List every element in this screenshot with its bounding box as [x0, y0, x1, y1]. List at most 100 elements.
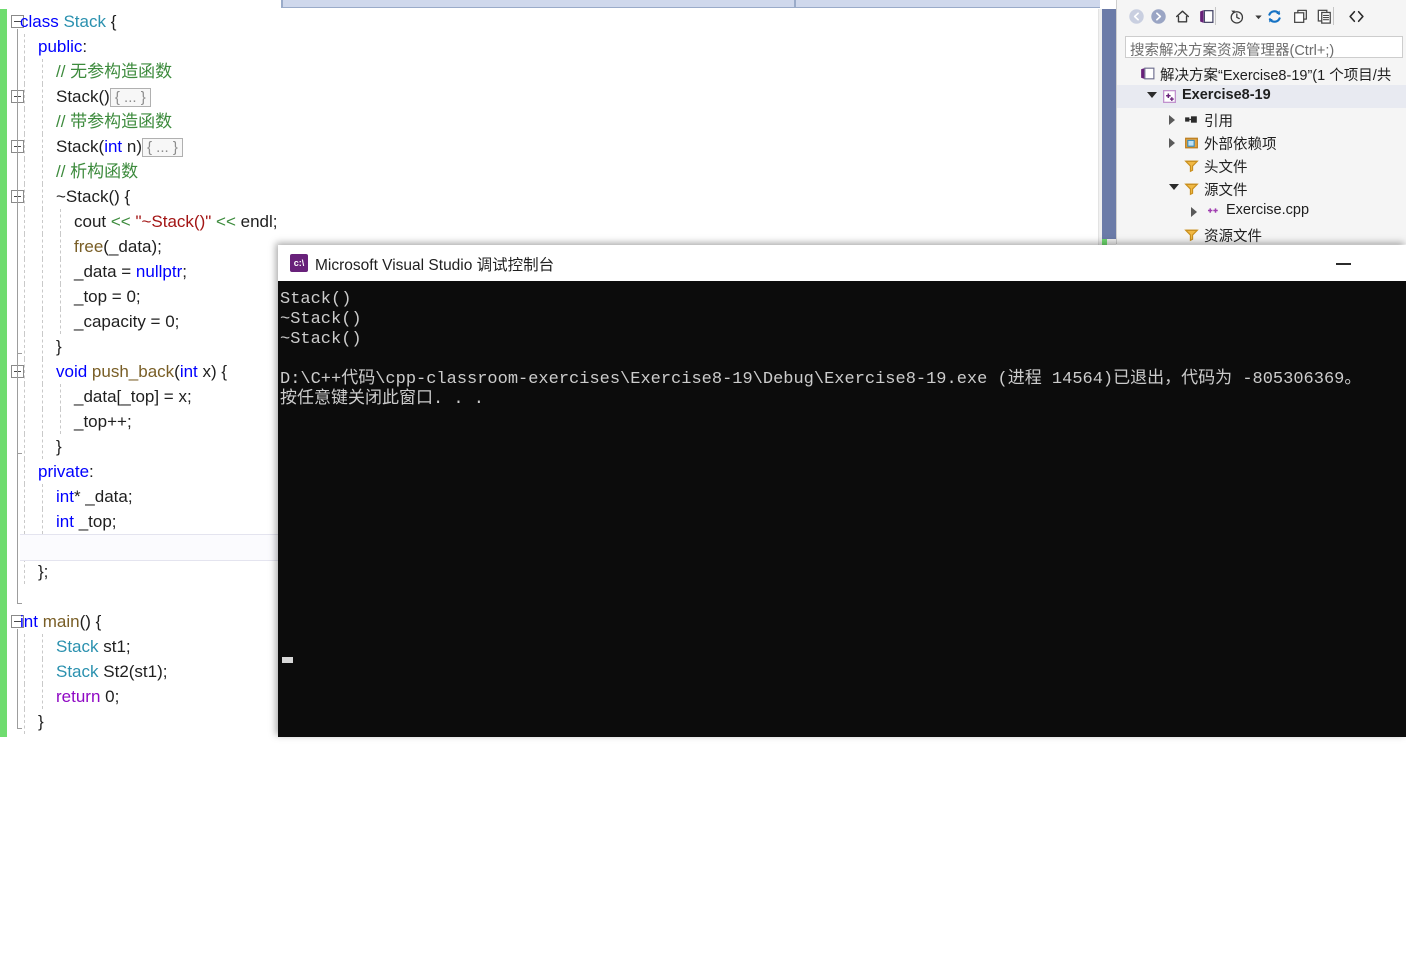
code-token: n) [122, 137, 142, 156]
code-token: free [74, 237, 104, 256]
code-token: _capacity = 0; [74, 312, 180, 331]
indent-guide [42, 259, 43, 284]
solution-explorer-toolbar[interactable] [1117, 0, 1406, 32]
code-token: cout [74, 212, 111, 231]
indent-guide [24, 184, 25, 209]
code-line: ~Stack() { [20, 184, 1100, 209]
code-token: _top = 0; [74, 287, 141, 306]
chevron-right-icon[interactable] [1169, 138, 1175, 148]
code-token: private [38, 462, 90, 481]
code-token: << [216, 212, 236, 231]
code-token: int [179, 362, 198, 381]
code-token: _data = [74, 262, 136, 281]
tree-item[interactable]: 引用 [1117, 108, 1406, 131]
forward-icon[interactable] [1147, 5, 1169, 27]
toolbar-separator [1333, 7, 1334, 25]
show-all-files-icon[interactable] [1313, 5, 1335, 27]
indent-guide [42, 59, 43, 84]
indent-guide [60, 259, 61, 284]
code-token: (_data); [103, 237, 162, 256]
view-code-icon[interactable] [1345, 5, 1367, 27]
project-icon [1161, 88, 1178, 105]
search-placeholder: 搜索解决方案资源管理器(Ctrl+;) [1130, 43, 1335, 59]
code-token: "~Stack()" [135, 212, 212, 231]
indent-guide [24, 484, 25, 509]
tree-item[interactable]: Exercise8-19 [1117, 85, 1406, 108]
console-output[interactable]: Stack() ~Stack() ~Stack() D:\C++代码\cpp-c… [278, 281, 1406, 737]
indent-guide [24, 84, 25, 109]
code-token: Stack [56, 637, 99, 656]
tree-item-label: 引用 [1204, 114, 1233, 130]
indent-guide [42, 309, 43, 334]
solution-explorer-icon[interactable] [1195, 5, 1217, 27]
console-window[interactable]: c:\ Microsoft Visual Studio 调试控制台 Stack(… [278, 245, 1406, 737]
tree-item[interactable]: 源文件 [1117, 177, 1406, 200]
indent-guide [24, 384, 25, 409]
code-token: _data[_top] = [74, 387, 179, 406]
filter-icon [1183, 226, 1200, 243]
search-input[interactable]: 搜索解决方案资源管理器(Ctrl+;) [1125, 36, 1403, 59]
filter-icon [1183, 180, 1200, 197]
refresh-icon[interactable] [1263, 5, 1285, 27]
code-token: nullptr [135, 262, 183, 281]
collapse-all-icon[interactable] [1289, 5, 1311, 27]
current-line-highlight [20, 534, 280, 561]
code-token: }; [38, 562, 49, 581]
tree-item-label: 资源文件 [1204, 229, 1262, 244]
code-token: () { [79, 612, 102, 631]
tree-item[interactable]: 解决方案“Exercise8-19”(1 个项目/共 [1117, 62, 1406, 85]
code-token: int [20, 612, 38, 631]
minimize-button[interactable] [1322, 245, 1368, 281]
indent-guide [24, 159, 25, 184]
indent-guide [24, 234, 25, 259]
console-title-bar[interactable]: c:\ Microsoft Visual Studio 调试控制台 [278, 245, 1406, 281]
console-title: Microsoft Visual Studio 调试控制台 [315, 257, 555, 274]
editor-right-separator [1102, 9, 1116, 239]
chevron-right-icon[interactable] [1169, 115, 1175, 125]
indent-guide [42, 134, 43, 159]
code-token: } [56, 437, 62, 456]
indent-guide [24, 559, 25, 584]
filter-icon [1183, 157, 1200, 174]
code-token: st1; [98, 637, 131, 656]
indent-guide [24, 209, 25, 234]
tree-item[interactable]: Exercise.cpp [1117, 200, 1406, 223]
code-line: Stack(){ ... } [20, 84, 1100, 109]
code-token: } [38, 712, 44, 731]
indent-guide [42, 434, 43, 459]
code-token: int [56, 512, 74, 531]
chevron-right-icon[interactable] [1191, 207, 1197, 217]
tree-item[interactable]: 头文件 [1117, 154, 1406, 177]
indent-guide [42, 359, 43, 384]
code-token: class [20, 12, 64, 31]
code-token: int [56, 487, 74, 506]
references-icon [1183, 111, 1200, 128]
toolbar-separator [1215, 7, 1216, 25]
chevron-down-icon[interactable] [1169, 184, 1179, 190]
tree-item-label: Exercise8-19 [1182, 87, 1271, 103]
indent-guide [42, 84, 43, 109]
tree-item[interactable]: 外部依赖项 [1117, 131, 1406, 154]
code-line: // 无参构造函数 [20, 59, 1100, 84]
tree-item-label: 外部依赖项 [1204, 137, 1277, 153]
solution-icon [1139, 65, 1156, 82]
console-app-icon: c:\ [290, 254, 308, 272]
back-icon[interactable] [1125, 5, 1147, 27]
tree-item[interactable]: 资源文件 [1117, 223, 1406, 244]
fold-connector [17, 379, 22, 454]
chevron-down-icon[interactable] [1147, 92, 1157, 98]
code-token: int [104, 137, 123, 156]
indent-guide [60, 209, 61, 234]
indent-guide [24, 34, 25, 59]
cpp-icon [1205, 203, 1222, 220]
solution-explorer-panel[interactable]: 搜索解决方案资源管理器(Ctrl+;) 解决方案“Exercise8-19”(1… [1116, 0, 1406, 244]
home-icon[interactable] [1171, 5, 1193, 27]
code-token: ; [182, 262, 187, 281]
solution-tree[interactable]: 解决方案“Exercise8-19”(1 个项目/共 Exercise8-19 引用… [1117, 62, 1406, 244]
code-token: : [89, 462, 94, 481]
fold-connector [17, 629, 22, 729]
indent-guide [24, 659, 25, 684]
indent-guide [24, 109, 25, 134]
indent-guide [24, 509, 25, 534]
pending-changes-icon[interactable] [1225, 5, 1247, 27]
